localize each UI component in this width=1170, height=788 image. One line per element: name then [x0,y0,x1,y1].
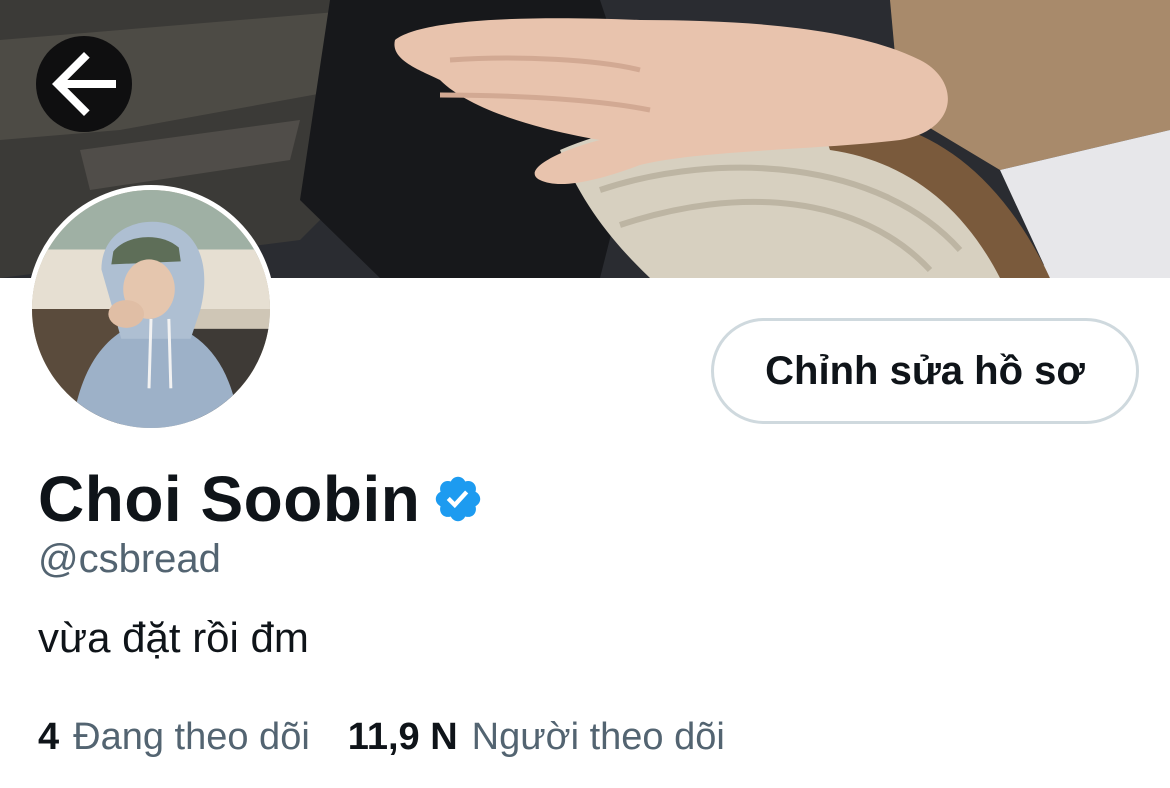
following-label: Đang theo dõi [73,716,310,758]
followers-count: 11,9 N [347,716,458,758]
back-button[interactable] [36,36,132,132]
display-name: Choi Soobin [38,463,421,535]
following-link[interactable]: 4 Đang theo dõi [38,716,310,759]
follow-stats: 4 Đang theo dõi 11,9 N Người theo dõi [38,716,725,759]
profile-page: Chỉnh sửa hồ sơ Choi Soobin @csbread vừa… [0,0,1170,788]
avatar-photo [32,190,270,428]
followers-label: Người theo dõi [471,716,725,758]
profile-handle: @csbread [38,537,221,581]
verified-badge-icon[interactable] [432,473,484,525]
profile-bio: vừa đặt rồi đm [38,614,309,661]
name-row: Choi Soobin [38,462,484,536]
edit-profile-button[interactable]: Chỉnh sửa hồ sơ [711,318,1139,424]
following-count: 4 [38,716,60,758]
profile-avatar[interactable] [27,185,275,433]
back-arrow-icon [52,52,116,116]
followers-link[interactable]: 11,9 N Người theo dõi [348,716,725,759]
